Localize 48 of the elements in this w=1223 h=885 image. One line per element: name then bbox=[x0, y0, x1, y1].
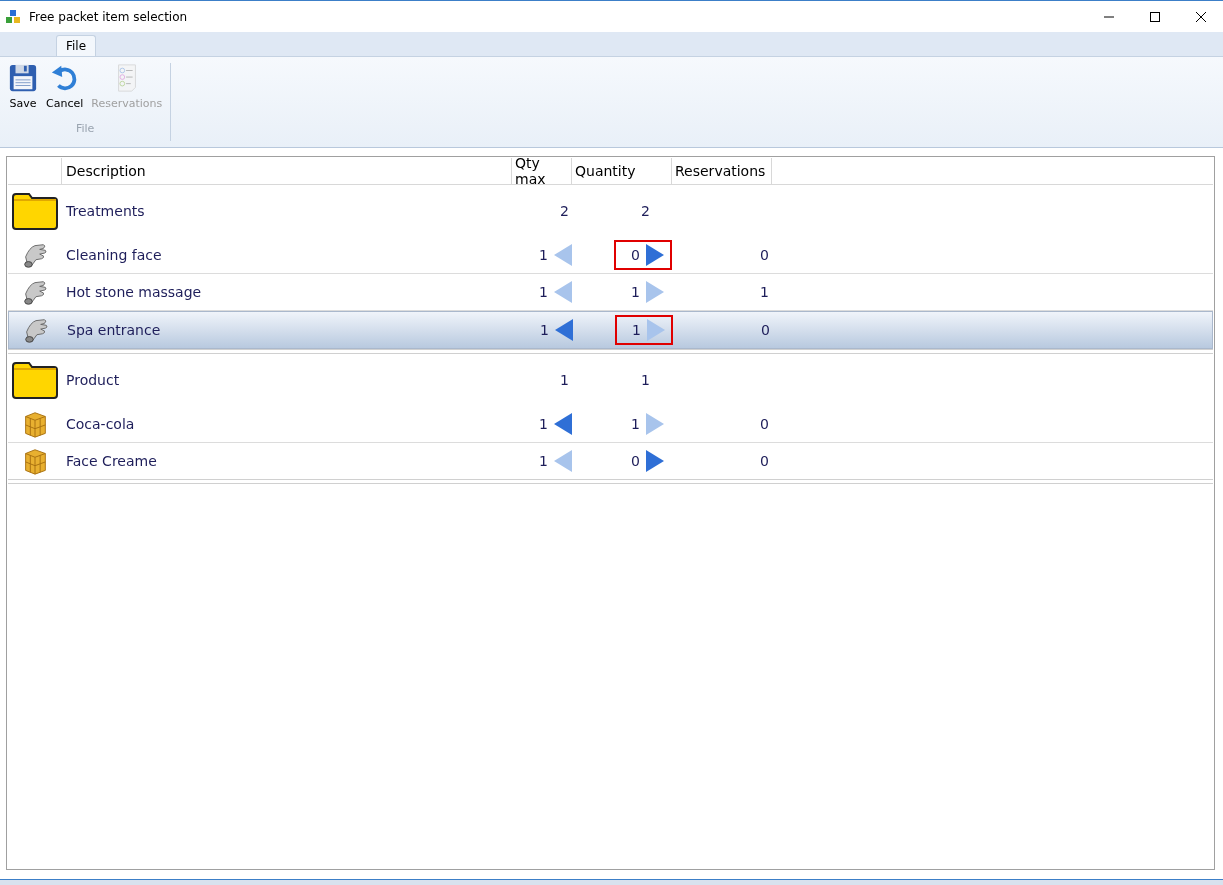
qty-max-value: 1 bbox=[539, 247, 548, 263]
quantity-value: 1 bbox=[632, 322, 641, 338]
cancel-button[interactable]: Cancel bbox=[44, 63, 86, 110]
column-header[interactable]: Quantity bbox=[572, 158, 672, 184]
item-name: Spa entrance bbox=[67, 322, 161, 338]
qty-max-value: 1 bbox=[540, 322, 549, 338]
group-name: Treatments bbox=[66, 203, 145, 219]
folder-icon bbox=[11, 191, 59, 231]
quantity-value: 2 bbox=[641, 203, 650, 219]
group-name: Product bbox=[66, 372, 120, 388]
folder-icon bbox=[11, 360, 59, 400]
column-header[interactable]: Description bbox=[62, 158, 512, 184]
qty-max-value: 1 bbox=[539, 284, 548, 300]
item-row[interactable]: Cleaning face 1 0 0 bbox=[8, 237, 1213, 274]
column-header[interactable]: Qty max bbox=[512, 158, 572, 184]
ribbon-tab[interactable]: File bbox=[56, 35, 97, 56]
quantity-value: 1 bbox=[631, 416, 640, 432]
qty-max-value: 2 bbox=[560, 203, 569, 219]
reservations-value: 0 bbox=[761, 322, 770, 338]
item-name: Coca-cola bbox=[66, 416, 135, 432]
ribbon-group-label: File bbox=[75, 122, 95, 135]
increase-arrow-icon[interactable] bbox=[646, 244, 664, 266]
item-name: Cleaning face bbox=[66, 247, 162, 263]
quantity-value: 0 bbox=[631, 453, 640, 469]
item-row[interactable]: Coca-cola 1 1 0 bbox=[8, 406, 1213, 443]
item-name: Hot stone massage bbox=[66, 284, 202, 300]
window-title: Free packet item selection bbox=[29, 9, 189, 24]
quantity-value: 1 bbox=[641, 372, 650, 388]
reservations-value: 1 bbox=[760, 284, 769, 300]
qty-max-value: 1 bbox=[539, 416, 548, 432]
qty-max-value: 1 bbox=[539, 453, 548, 469]
decrease-arrow-icon[interactable] bbox=[554, 413, 572, 435]
selected-row[interactable]: Spa entrance 1 1 0 bbox=[8, 311, 1213, 349]
quantity-value: 0 bbox=[631, 247, 640, 263]
reservations-value: 0 bbox=[760, 416, 769, 432]
decrease-arrow-icon[interactable] bbox=[555, 319, 573, 341]
close-icon[interactable] bbox=[1195, 10, 1207, 23]
maximize-icon[interactable] bbox=[1149, 10, 1161, 23]
quantity-value: 1 bbox=[631, 284, 640, 300]
save-button[interactable]: Save bbox=[6, 63, 40, 110]
reservations-value: 0 bbox=[760, 453, 769, 469]
column-header[interactable]: Reservations bbox=[672, 158, 772, 184]
item-name: Face Creame bbox=[66, 453, 157, 469]
app-logo-icon bbox=[5, 8, 21, 25]
reservations-value: 0 bbox=[760, 247, 769, 263]
increase-arrow-icon[interactable] bbox=[646, 450, 664, 472]
item-row[interactable]: Face Creame 1 0 0 bbox=[8, 443, 1213, 479]
qty-max-value: 1 bbox=[560, 372, 569, 388]
